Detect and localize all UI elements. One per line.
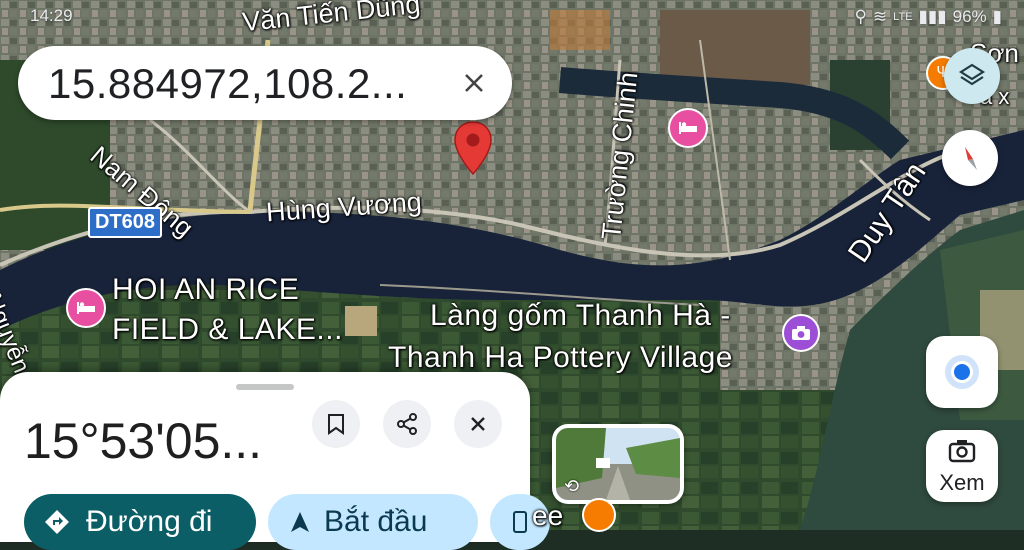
- poi-label-rice-field-line2[interactable]: FIELD & LAKE...: [112, 310, 343, 350]
- drag-handle[interactable]: [236, 384, 294, 390]
- wifi-icon: ≋: [872, 7, 888, 26]
- status-icons: ⚲ ≋ LTE ▮▮▮ 96% ▮: [854, 6, 1002, 28]
- battery-icon: ▮: [992, 7, 1002, 26]
- explore-label: Xem: [939, 470, 985, 495]
- share-button[interactable]: [383, 400, 431, 448]
- close-icon: [465, 74, 483, 92]
- dropped-pin-icon[interactable]: [452, 120, 494, 178]
- start-button[interactable]: Bắt đầu: [268, 494, 478, 550]
- scan-camera-icon: [948, 440, 976, 463]
- place-label-ee: ee: [532, 500, 564, 531]
- directions-button[interactable]: Đường đi: [24, 494, 256, 550]
- close-icon: [471, 417, 485, 431]
- road-shield-dt608: DT608: [88, 207, 163, 238]
- place-bottom-sheet[interactable]: 15°53'05... Đường đi Bắt đầu: [0, 372, 550, 550]
- clear-search-button[interactable]: [450, 59, 498, 107]
- bed-icon: [77, 302, 95, 314]
- street-view-360-icon: ⟲: [564, 476, 580, 496]
- status-time: 14:29: [30, 6, 73, 25]
- street-view-thumbnail[interactable]: ⟲: [552, 424, 684, 504]
- signal-icon: ▮▮▮: [918, 7, 947, 26]
- bed-icon: [679, 122, 697, 134]
- camera-icon: [792, 326, 810, 340]
- layers-icon: [958, 63, 986, 86]
- network-type: LTE: [893, 11, 913, 23]
- search-input[interactable]: 15.884972,108.2...: [48, 60, 407, 108]
- layers-button[interactable]: [944, 48, 1000, 104]
- compass-button[interactable]: [942, 130, 998, 186]
- directions-icon: [45, 510, 69, 534]
- battery-level: 96%: [952, 7, 987, 26]
- hotel-poi-rice-field-icon[interactable]: [66, 288, 106, 328]
- location-dot-icon: [951, 361, 973, 383]
- hotel-poi-icon[interactable]: [668, 108, 708, 148]
- location-status-icon: ⚲: [854, 7, 867, 26]
- compass-icon: [965, 147, 977, 170]
- search-bar[interactable]: 15.884972,108.2...: [18, 46, 512, 120]
- my-location-button[interactable]: [926, 336, 998, 408]
- poi-label-pottery-line1[interactable]: Làng gốm Thanh Hà -: [430, 296, 731, 336]
- phone-icon: [513, 511, 527, 533]
- directions-label: Đường đi: [86, 505, 213, 538]
- camera-poi-icon[interactable]: [782, 314, 820, 352]
- share-icon: [397, 413, 417, 435]
- place-title-coordinates: 15°53'05...: [24, 413, 263, 469]
- save-button[interactable]: [312, 400, 360, 448]
- cafe-poi-icon[interactable]: [582, 498, 616, 532]
- close-sheet-button[interactable]: [454, 400, 502, 448]
- start-label: Bắt đầu: [324, 505, 428, 538]
- poi-label-rice-field-line1[interactable]: HOI AN RICE: [112, 270, 299, 310]
- bookmark-icon: [328, 414, 344, 435]
- explore-button[interactable]: Xem: [926, 430, 998, 502]
